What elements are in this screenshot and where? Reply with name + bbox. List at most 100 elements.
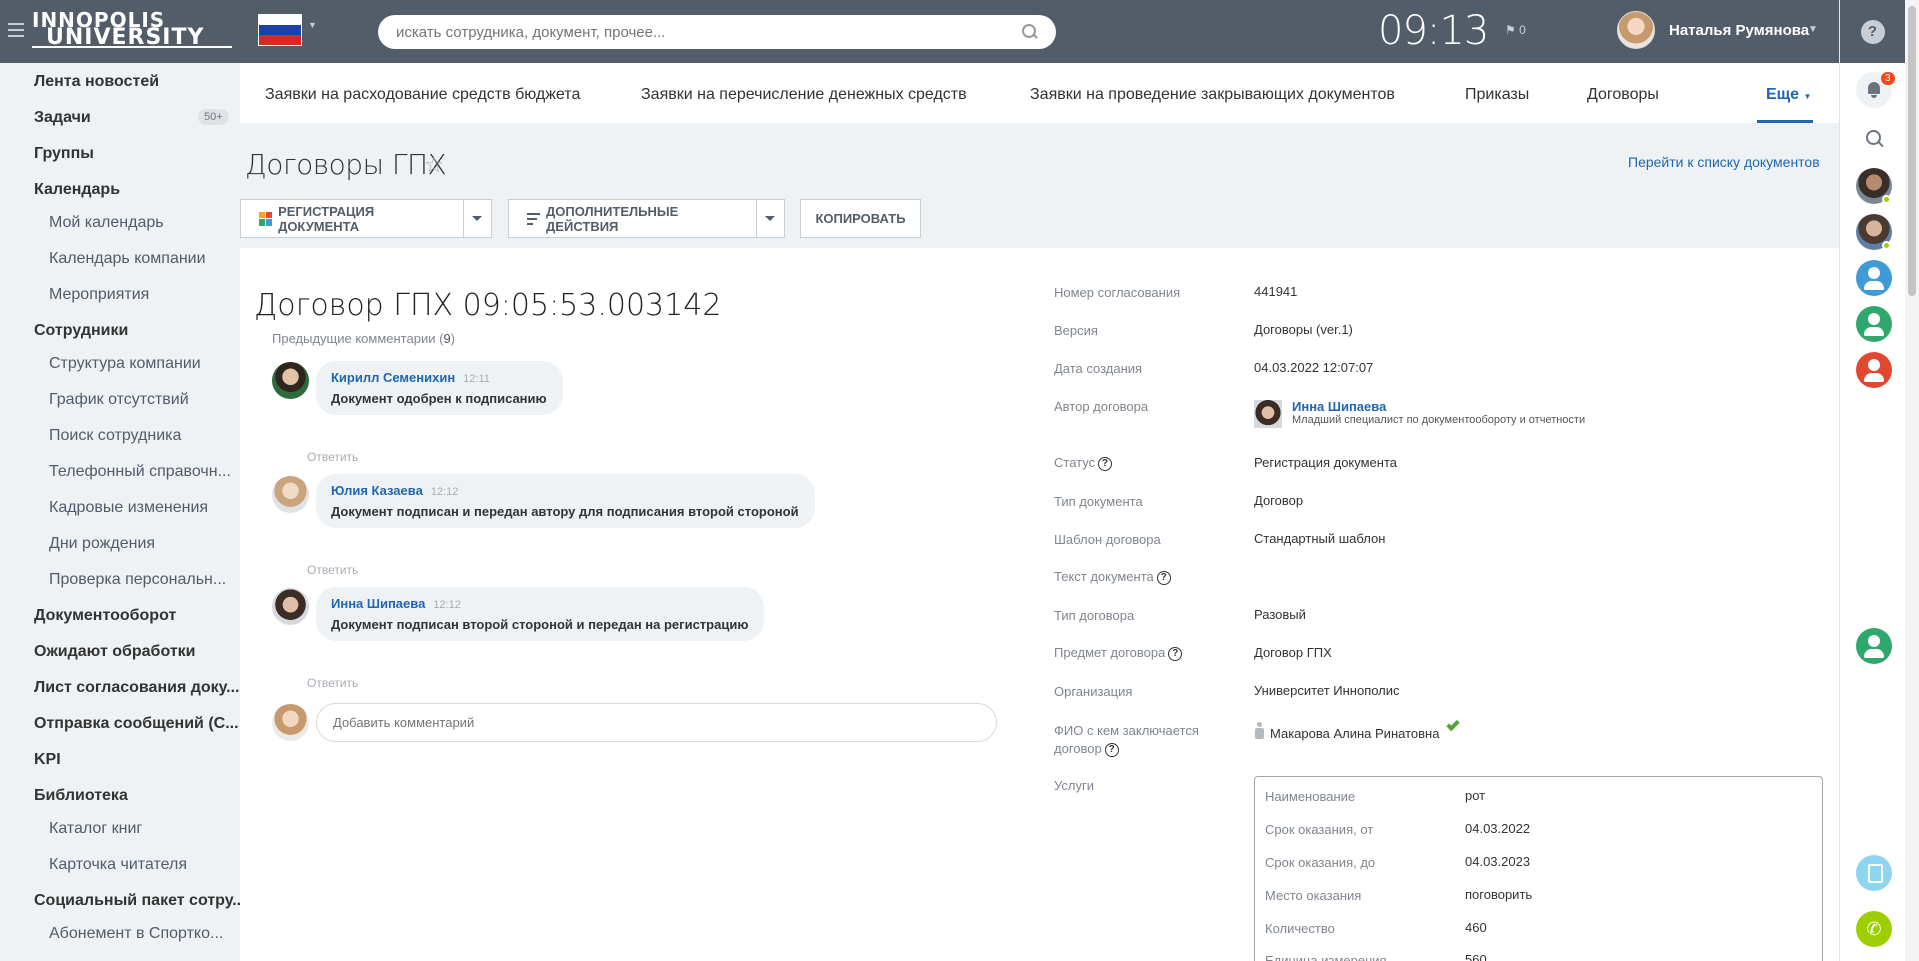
sidebar-subitem[interactable]: Абонемент в Спортко... — [49, 925, 223, 943]
register-document-button[interactable]: Регистрация документа — [240, 199, 492, 238]
sidebar-item[interactable]: Социальный пакет сотру... — [34, 892, 246, 910]
search-input[interactable] — [396, 23, 1023, 41]
comment-author[interactable]: Юлия Казаева — [331, 483, 423, 498]
sidebar-item[interactable]: KPI — [34, 751, 61, 769]
user-avatar[interactable] — [1617, 11, 1655, 49]
doc-list-link[interactable]: Перейти к списку документов — [1628, 154, 1820, 170]
tab-more-label: Еще — [1766, 86, 1800, 103]
register-dropdown-toggle[interactable] — [462, 200, 491, 237]
language-flag-icon[interactable] — [258, 14, 302, 46]
author-label: Автор договора — [1054, 399, 1149, 414]
copy-button-label: Копировать — [815, 211, 906, 226]
status-label-text: Статус — [1054, 455, 1096, 470]
subject-label-text: Предмет договора — [1054, 645, 1166, 660]
author-name-link[interactable]: Инна Шипаева — [1292, 399, 1386, 414]
reply-link[interactable]: Ответить — [307, 563, 358, 577]
comment-text: Документ одобрен к подписанию — [331, 391, 547, 406]
menu-icon[interactable] — [8, 23, 24, 37]
sidebar-subitem[interactable]: Структура компании — [49, 355, 201, 373]
services-label: Услуги — [1054, 778, 1094, 793]
copy-button[interactable]: Копировать — [800, 199, 921, 238]
contact-avatar[interactable] — [1856, 306, 1892, 342]
tab-orders[interactable]: Приказы — [1465, 86, 1529, 104]
service-field-value: 04.03.2023 — [1465, 854, 1531, 869]
sidebar-subitem[interactable]: Поиск сотрудника — [49, 427, 181, 445]
sidebar-item[interactable]: Группы — [34, 145, 94, 163]
sidebar-subitem[interactable]: Дни рождения — [49, 535, 155, 553]
comment-box[interactable] — [316, 703, 997, 742]
scrollbar[interactable] — [1905, 0, 1919, 961]
document-icon[interactable] — [1856, 855, 1892, 891]
tasks-count-badge: 50+ — [198, 109, 229, 125]
scrollbar-thumb[interactable] — [1908, 6, 1916, 296]
author-avatar[interactable] — [1254, 400, 1282, 428]
tab-transfer-requests[interactable]: Заявки на перечисление денежных средств — [641, 86, 967, 104]
flag-counter[interactable]: ⚑ 0 — [1505, 23, 1526, 37]
previous-comments-link[interactable]: Предыдущие комментарии (9) — [272, 331, 455, 346]
sidebar-item[interactable]: Библиотека — [34, 787, 128, 805]
sidebar-item[interactable]: Сотрудники — [34, 322, 128, 340]
help-icon[interactable]: ? — [1156, 570, 1171, 585]
sidebar-item[interactable]: Отправка сообщений (С... — [34, 715, 239, 733]
sidebar-item[interactable]: Лист согласования доку... — [34, 679, 239, 697]
service-field-value: 04.03.2022 — [1465, 821, 1531, 836]
reply-link[interactable]: Ответить — [307, 676, 358, 690]
sidebar-item[interactable]: Задачи — [34, 109, 91, 127]
service-field-label: Срок оказания, до — [1265, 855, 1376, 870]
contact-avatar[interactable] — [1856, 628, 1892, 664]
help-icon[interactable]: ? — [1168, 646, 1183, 661]
doc-type-label: Тип документа — [1054, 494, 1143, 509]
comment-time: 12:11 — [463, 373, 490, 385]
tab-more[interactable]: Еще ▼ — [1766, 86, 1811, 104]
search-bar[interactable] — [378, 15, 1056, 49]
search-icon[interactable] — [1856, 122, 1892, 158]
sidebar-item[interactable]: Ожидают обработки — [34, 643, 196, 661]
comment-author[interactable]: Инна Шипаева — [331, 596, 425, 611]
more-actions-button[interactable]: Дополнительные действия — [508, 199, 785, 238]
tab-budget-requests[interactable]: Заявки на расходование средств бюджета — [265, 86, 580, 104]
comment-avatar[interactable] — [272, 476, 309, 513]
doc-text-label: Текст документа? — [1054, 569, 1171, 585]
help-icon[interactable]: ? — [1860, 19, 1885, 44]
chevron-down-icon[interactable]: ▼ — [1808, 24, 1818, 35]
phone-icon[interactable]: ✆ — [1856, 911, 1892, 947]
subject-value: Договор ГПХ — [1254, 645, 1332, 660]
service-field-value: 460 — [1465, 920, 1487, 935]
more-actions-dropdown-toggle[interactable] — [755, 200, 784, 237]
sidebar-subitem[interactable]: Кадровые изменения — [49, 499, 208, 517]
help-icon[interactable]: ? — [1098, 456, 1113, 471]
comment-avatar[interactable] — [272, 588, 309, 625]
chevron-down-icon[interactable]: ▼ — [308, 20, 317, 30]
sidebar-subitem[interactable]: Мероприятия — [49, 286, 149, 304]
reply-link[interactable]: Ответить — [307, 450, 358, 464]
comment-avatar[interactable] — [272, 362, 309, 399]
sidebar-subitem[interactable]: Карточка читателя — [49, 856, 187, 874]
version-value: Договоры (ver.1) — [1254, 322, 1353, 337]
sidebar-subitem[interactable]: Календарь компании — [49, 250, 206, 268]
tab-contracts[interactable]: Договоры — [1587, 86, 1659, 104]
sidebar-subitem[interactable]: Мой календарь — [49, 214, 164, 232]
sidebar-item[interactable]: Календарь — [34, 181, 120, 199]
sidebar-subitem[interactable]: График отсутствий — [49, 391, 189, 409]
created-value: 04.03.2022 12:07:07 — [1254, 360, 1374, 375]
user-name[interactable]: Наталья Румянова — [1669, 22, 1809, 39]
sidebar-subitem[interactable]: Проверка персональн... — [49, 571, 226, 589]
sidebar-item[interactable]: Документооборот — [34, 607, 176, 625]
contact-avatar[interactable] — [1856, 260, 1892, 296]
comment-input[interactable] — [333, 715, 980, 730]
tab-closing-docs[interactable]: Заявки на проведение закрывающих докумен… — [1030, 86, 1395, 104]
contact-avatar[interactable] — [1856, 352, 1892, 388]
help-icon[interactable]: ? — [1104, 742, 1119, 757]
comment-author[interactable]: Кирилл Семенихин — [331, 370, 455, 385]
search-icon[interactable] — [1022, 24, 1038, 40]
doc-text-label-text: Текст документа — [1054, 569, 1154, 584]
chevron-down-icon: ▼ — [1803, 92, 1812, 101]
service-field-label: Срок оказания, от — [1265, 822, 1374, 837]
approval-number-value: 441941 — [1254, 284, 1298, 299]
star-icon[interactable]: ☆ — [424, 152, 444, 178]
logo[interactable]: INNOPOLIS UNIVERSITY — [32, 10, 232, 49]
sidebar-item[interactable]: Лента новостей — [34, 73, 159, 91]
clock[interactable]: 09:13 — [1378, 8, 1489, 54]
sidebar-subitem[interactable]: Каталог книг — [49, 820, 142, 838]
sidebar-subitem[interactable]: Телефонный справочн... — [49, 463, 231, 481]
